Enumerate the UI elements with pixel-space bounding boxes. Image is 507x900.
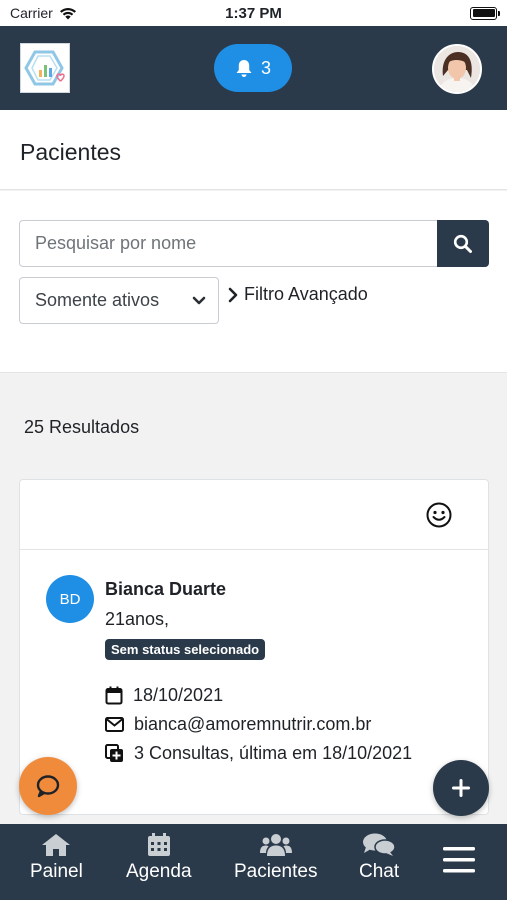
patient-consultations-row: 3 Consultas, última em 18/10/2021 xyxy=(105,743,412,764)
home-icon xyxy=(42,834,71,856)
nav-item-painel[interactable]: Painel xyxy=(30,833,83,883)
app-header: 3 xyxy=(0,26,507,110)
status-select[interactable]: Somente ativos xyxy=(19,277,219,324)
nav-label: Agenda xyxy=(126,861,192,882)
chevron-down-icon xyxy=(192,296,206,304)
speech-bubble-icon xyxy=(36,775,60,798)
nav-item-chat[interactable]: Chat xyxy=(359,833,399,883)
smile-icon[interactable] xyxy=(426,502,452,528)
advanced-filter-label: Filtro Avançado xyxy=(244,284,368,304)
app-logo[interactable] xyxy=(20,43,70,93)
add-patient-button[interactable] xyxy=(433,760,489,816)
advanced-filter-link[interactable]: Filtro Avançado xyxy=(228,284,368,305)
nav-item-agenda[interactable]: Agenda xyxy=(126,833,192,883)
logo-icon xyxy=(24,50,65,86)
user-avatar[interactable] xyxy=(432,44,482,94)
status-badge: Sem status selecionado xyxy=(105,639,266,660)
calendar-icon xyxy=(147,833,170,856)
status-select-value: Somente ativos xyxy=(35,290,160,310)
status-bar: Carrier 1:37 PM xyxy=(0,0,507,26)
avatar-image xyxy=(434,46,480,92)
patient-age: 21anos, xyxy=(105,609,170,629)
nav-label: Chat xyxy=(359,861,400,882)
nav-item-menu[interactable] xyxy=(442,845,476,875)
card-header xyxy=(20,480,488,550)
patient-consultations: 3 Consultas, última em 18/10/2021 xyxy=(134,743,413,763)
patient-card[interactable]: BD Bianca Duarte 21anos, Sem status sele… xyxy=(19,479,489,815)
notification-count: 3 xyxy=(260,57,271,78)
chat-icon xyxy=(363,833,396,856)
page-title: Pacientes xyxy=(20,139,122,165)
results-count: 25 Resultados xyxy=(24,417,140,437)
menu-icon xyxy=(443,847,475,873)
search-button[interactable] xyxy=(437,220,489,267)
nav-label: Painel xyxy=(30,861,83,882)
patient-date: 18/10/2021 xyxy=(133,685,224,705)
chevron-right-icon xyxy=(228,287,238,302)
patient-email: bianca@amoremnutrir.com.br xyxy=(134,714,372,734)
search-bar xyxy=(19,220,489,267)
search-icon xyxy=(453,234,472,253)
users-icon xyxy=(259,834,292,856)
bottom-navigation: Painel Agenda Pacientes Chat xyxy=(0,824,507,900)
search-input[interactable] xyxy=(19,220,437,267)
clock: 1:37 PM xyxy=(225,4,282,22)
chat-fab-button[interactable] xyxy=(19,757,77,815)
patient-name[interactable]: Bianca Duarte xyxy=(105,579,226,600)
bell-icon xyxy=(236,59,252,77)
envelope-icon xyxy=(105,717,124,732)
patient-email-row: bianca@amoremnutrir.com.br xyxy=(105,714,371,735)
notifications-button[interactable]: 3 xyxy=(214,44,292,92)
plus-icon xyxy=(452,779,470,797)
nav-label: Pacientes xyxy=(234,861,318,882)
page-title-bar: Pacientes xyxy=(0,110,507,190)
calendar-icon xyxy=(105,686,123,705)
medical-file-icon xyxy=(105,744,123,762)
battery-icon xyxy=(470,6,500,20)
nav-item-pacientes[interactable]: Pacientes xyxy=(234,833,317,883)
filter-panel: Somente ativos Filtro Avançado xyxy=(0,191,507,373)
patient-initials-avatar: BD xyxy=(46,575,94,623)
patient-date-row: 18/10/2021 xyxy=(105,685,223,706)
